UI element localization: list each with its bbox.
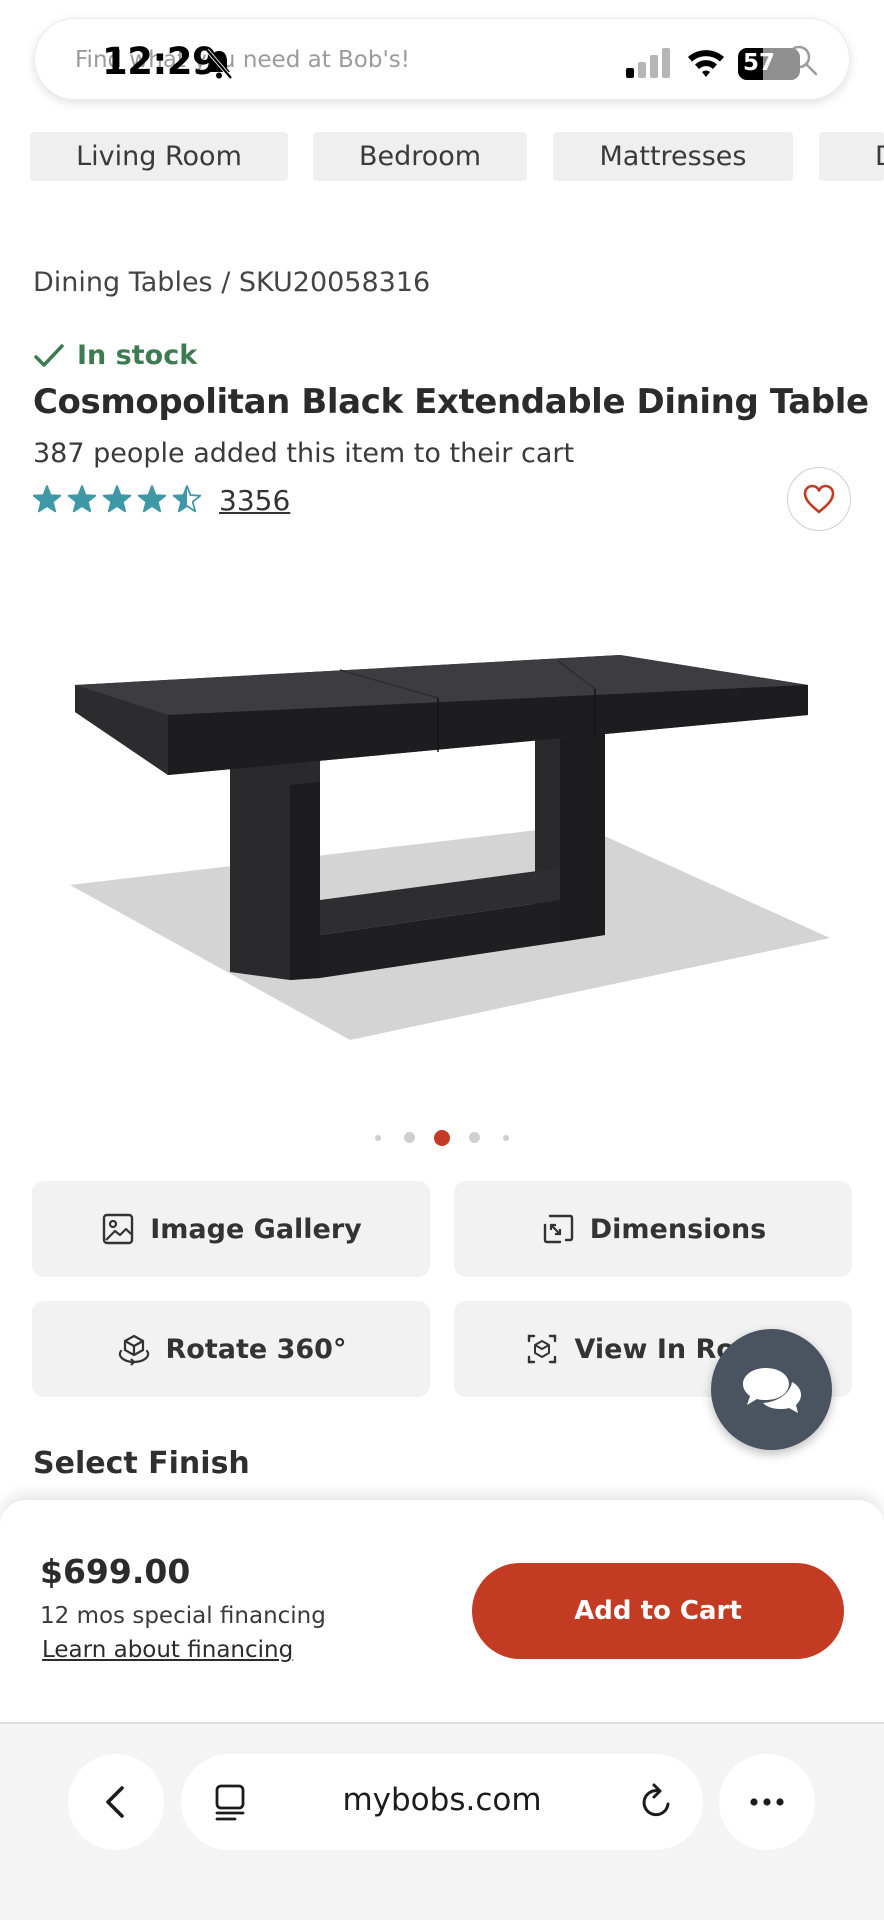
star-icon: [172, 485, 202, 513]
carousel-dot-2[interactable]: [404, 1132, 415, 1143]
heart-icon: [803, 484, 835, 514]
cellular-signal-icon: [626, 48, 670, 78]
wishlist-button[interactable]: [787, 467, 851, 531]
battery-percent: 57: [742, 50, 775, 76]
stock-status: In stock: [33, 340, 197, 371]
breadcrumb[interactable]: Dining Tables / SKU20058316: [33, 267, 430, 298]
url-text: mybobs.com: [342, 1782, 542, 1818]
view-in-room-icon: [528, 1334, 557, 1364]
back-button[interactable]: [68, 1754, 164, 1850]
address-bar[interactable]: mybobs.com: [181, 1754, 703, 1850]
star-icon: [137, 485, 167, 513]
dimensions-label: Dimensions: [589, 1213, 767, 1245]
more-options-button[interactable]: [719, 1754, 815, 1850]
price: $699.00: [40, 1552, 191, 1591]
check-icon: [34, 343, 64, 367]
category-tab-living-room[interactable]: Living Room: [30, 132, 288, 181]
star-icon: [33, 485, 62, 513]
carousel-dot-active[interactable]: [434, 1130, 450, 1146]
star-icon: [67, 485, 97, 513]
category-tab-mattresses[interactable]: Mattresses: [553, 132, 793, 181]
dimensions-icon: [543, 1214, 573, 1244]
status-time: 12:29: [102, 40, 218, 83]
carousel-dot-1[interactable]: [375, 1135, 381, 1141]
purchase-bar: $699.00 12 mos special financing Learn a…: [0, 1500, 884, 1722]
stock-label: In stock: [77, 340, 198, 371]
category-tab-bedroom[interactable]: Bedroom: [313, 132, 527, 181]
financing-text: 12 mos special financing: [40, 1603, 326, 1629]
review-count-link[interactable]: 3356: [219, 484, 290, 517]
battery-indicator: 57: [738, 48, 800, 80]
star-rating[interactable]: [33, 482, 203, 516]
select-finish-heading: Select Finish: [33, 1446, 250, 1481]
carousel-dot-4[interactable]: [469, 1132, 480, 1143]
learn-financing-link[interactable]: Learn about financing: [42, 1637, 293, 1663]
reload-icon[interactable]: [637, 1782, 675, 1822]
image-gallery-button[interactable]: Image Gallery: [32, 1181, 430, 1277]
rotate-360-label: Rotate 360°: [165, 1333, 347, 1365]
chat-button[interactable]: [711, 1329, 832, 1450]
add-to-cart-button[interactable]: Add to Cart: [472, 1563, 844, 1659]
chat-bubbles-icon: [742, 1367, 801, 1413]
rotate-360-icon: [118, 1334, 149, 1366]
star-icon: [102, 485, 132, 513]
browser-toolbar: mybobs.com: [0, 1724, 884, 1920]
bell-slash-icon: [205, 48, 233, 80]
category-tab-dining[interactable]: Dining: [819, 132, 884, 181]
image-gallery-label: Image Gallery: [150, 1213, 362, 1245]
product-title: Cosmopolitan Black Extendable Dining Tab…: [33, 382, 869, 422]
more-dots-icon: [750, 1798, 784, 1806]
image-icon: [103, 1213, 134, 1245]
wifi-icon: [688, 50, 724, 77]
cart-count-text: 387 people added this item to their cart: [33, 438, 575, 469]
carousel-dot-5[interactable]: [503, 1135, 509, 1141]
dimensions-button[interactable]: Dimensions: [454, 1181, 852, 1277]
product-image[interactable]: [60, 620, 840, 1040]
rotate-360-button[interactable]: Rotate 360°: [32, 1301, 430, 1397]
chevron-left-icon: [106, 1786, 124, 1818]
